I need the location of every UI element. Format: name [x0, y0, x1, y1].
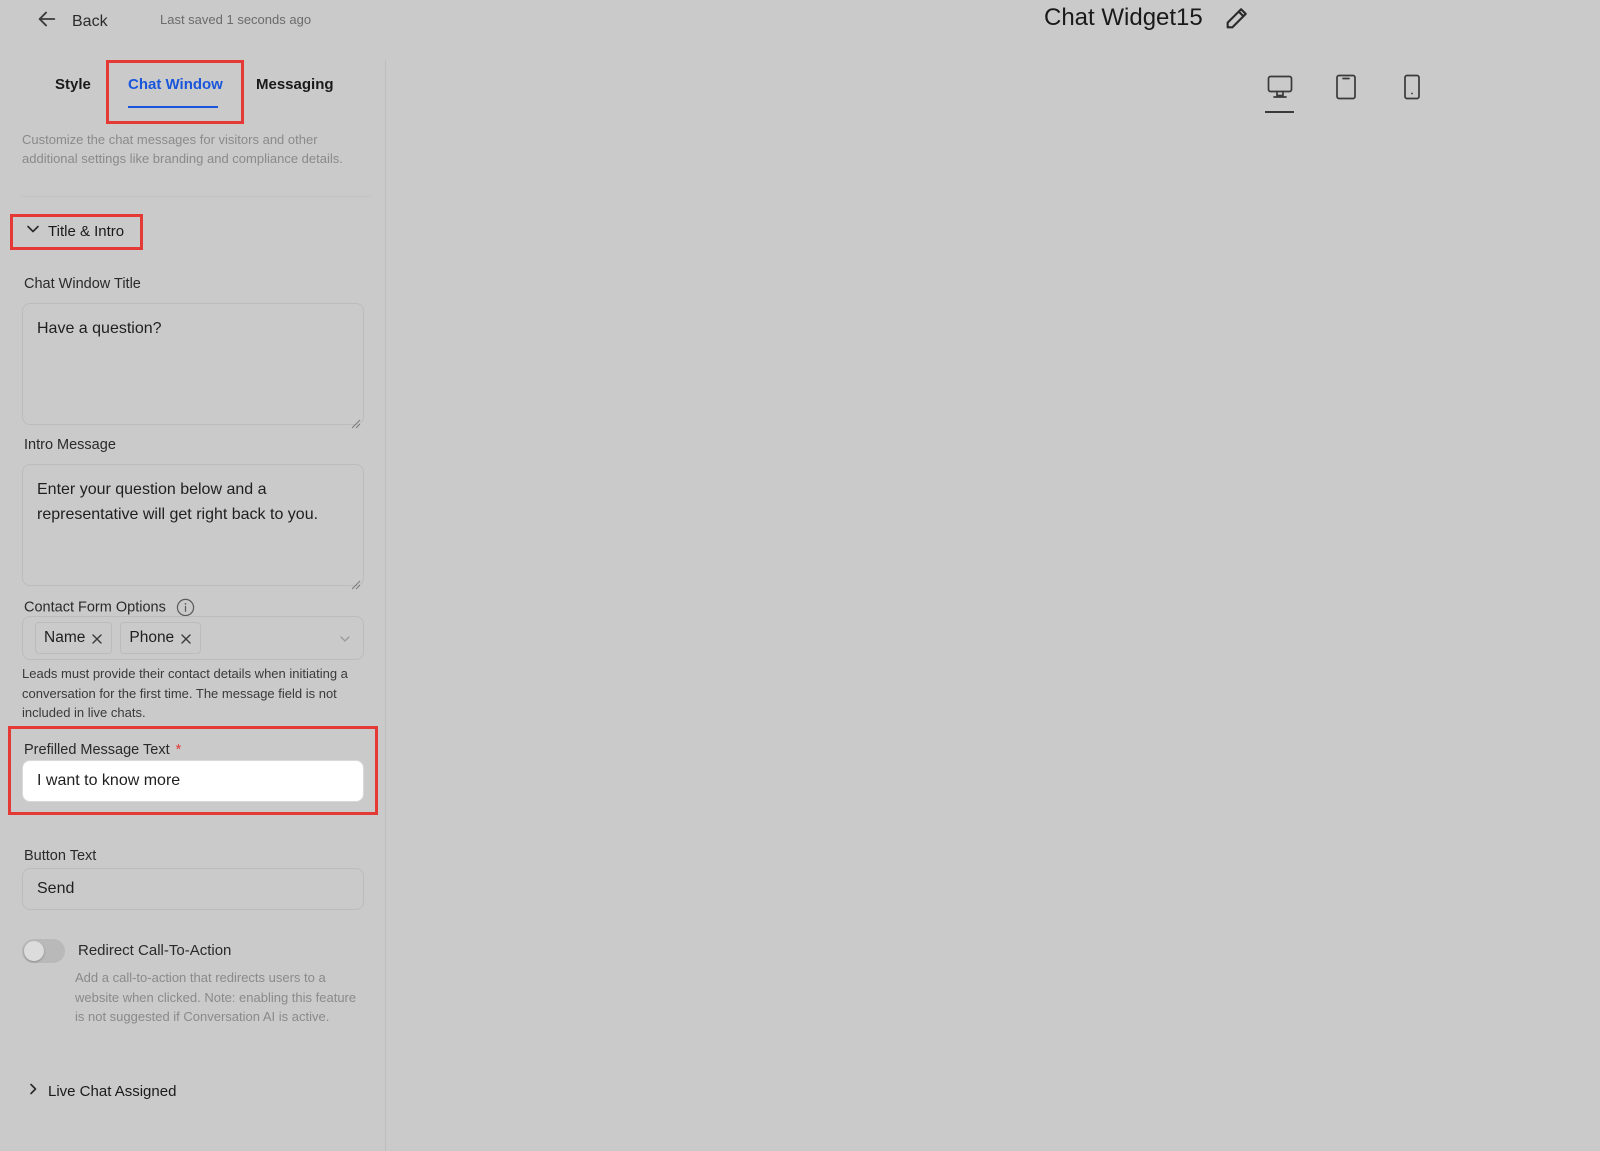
tab-messaging[interactable]: Messaging [256, 76, 334, 93]
button-text-input[interactable]: Send [22, 868, 364, 910]
back-label: Back [72, 12, 108, 30]
chat-window-title-value: Have a question? [37, 320, 162, 337]
prefilled-message-label: Prefilled Message Text * [24, 742, 181, 758]
prefilled-message-value: I want to know more [37, 772, 181, 789]
redirect-cta-description: Add a call-to-action that redirects user… [75, 970, 357, 1024]
button-text-value: Send [37, 880, 75, 897]
pencil-icon[interactable] [1223, 4, 1251, 32]
chevron-down-icon [339, 632, 351, 644]
chip-name: Name [35, 622, 113, 654]
widget-title: Chat Widget15 [1044, 4, 1203, 31]
active-device-indicator [1265, 111, 1294, 113]
back-button[interactable]: Back [36, 8, 108, 35]
redirect-cta-label: Redirect Call-To-Action [78, 942, 232, 959]
tab-chat-window[interactable]: Chat Window [128, 76, 223, 93]
section-title-intro-label: Title & Intro [48, 222, 125, 240]
section-live-chat-label: Live Chat Assigned [48, 1082, 177, 1100]
intro-message-label: Intro Message [24, 437, 116, 453]
tablet-icon[interactable] [1331, 72, 1361, 102]
chip-label: Name [44, 629, 86, 646]
contact-form-help-text: Leads must provide their contact details… [22, 666, 348, 720]
required-mark: * [175, 742, 182, 758]
desktop-icon[interactable] [1265, 72, 1295, 102]
resize-handle-icon[interactable] [351, 412, 361, 429]
chip-phone: Phone [120, 622, 202, 654]
prefilled-message-text: Prefilled Message Text [24, 742, 170, 758]
prefilled-message-input[interactable]: I want to know more [22, 760, 364, 802]
chip-label: Phone [129, 629, 175, 646]
top-bar: Back Last saved 1 seconds ago Chat Widge… [0, 0, 1600, 60]
button-text-label: Button Text [24, 848, 97, 864]
chat-window-title-label: Chat Window Title [24, 276, 141, 292]
resize-handle-icon[interactable] [351, 573, 361, 590]
close-icon[interactable] [91, 632, 103, 644]
redirect-cta-toggle[interactable] [22, 939, 65, 963]
chat-window-title-textarea[interactable]: Have a question? [22, 303, 364, 429]
active-tab-indicator [128, 106, 218, 108]
close-icon[interactable] [180, 632, 192, 644]
settings-tabs: Style Chat Window Messaging [0, 60, 385, 120]
settings-sidebar: Style Chat Window Messaging Customize th… [0, 60, 386, 1151]
contact-form-options-text: Contact Form Options [24, 599, 166, 616]
last-saved-status: Last saved 1 seconds ago [160, 12, 312, 27]
arrow-left-icon [36, 8, 58, 35]
contact-form-options-label: Contact Form Options [24, 598, 195, 617]
chevron-right-icon [26, 1082, 40, 1100]
toggle-knob [24, 941, 44, 961]
section-description: Customize the chat messages for visitors… [22, 132, 343, 166]
intro-message-value: Enter your question below and a represen… [37, 481, 319, 523]
info-icon[interactable] [176, 598, 195, 617]
widget-title-group: Chat Widget15 [1044, 4, 1251, 32]
section-live-chat-toggle[interactable]: Live Chat Assigned [26, 1082, 176, 1100]
section-title-intro-toggle[interactable]: Title & Intro [26, 222, 124, 240]
intro-message-textarea[interactable]: Enter your question below and a represen… [22, 464, 364, 590]
contact-form-options-select[interactable]: Name Phone [22, 616, 364, 660]
mobile-icon[interactable] [1397, 72, 1427, 102]
tab-style[interactable]: Style [55, 76, 91, 93]
divider [22, 196, 370, 197]
chevron-down-icon [26, 222, 40, 240]
